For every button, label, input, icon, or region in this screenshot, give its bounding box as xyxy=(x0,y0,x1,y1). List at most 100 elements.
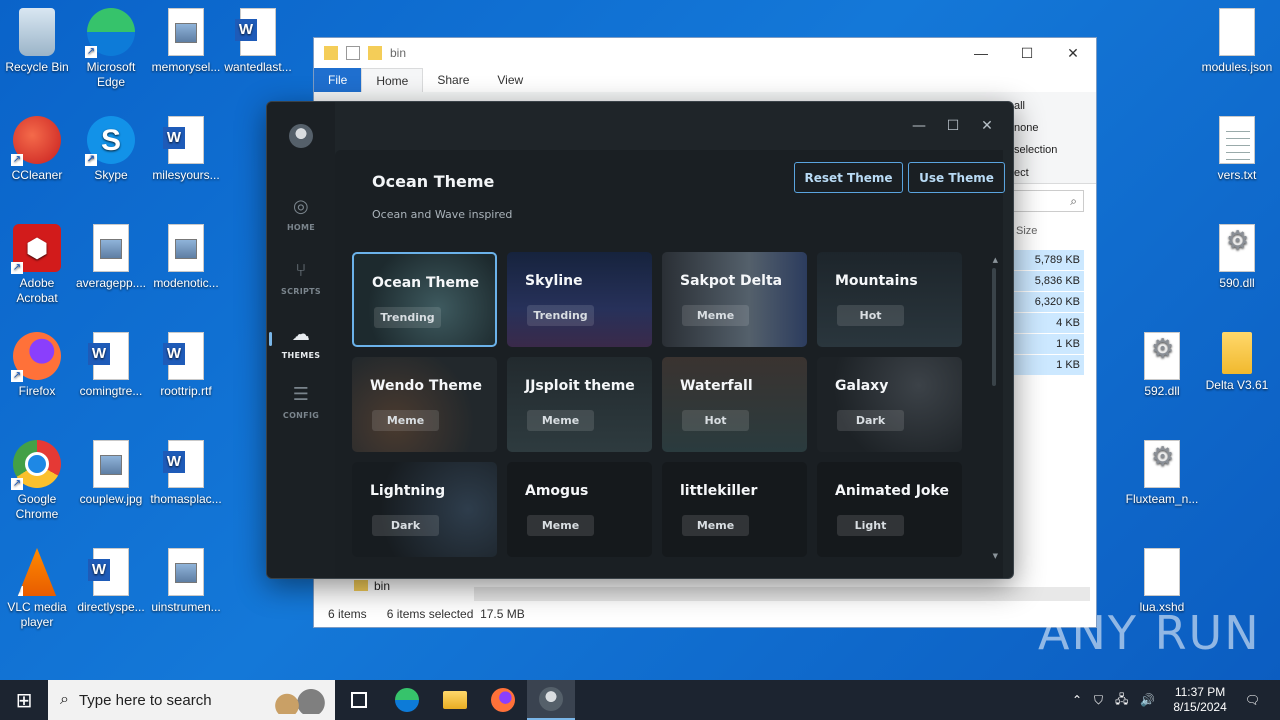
theme-card-lightning[interactable]: Lightning Dark xyxy=(352,462,497,557)
explorer-window-controls: — ☐ ✕ xyxy=(958,38,1096,68)
search-icon: ⌕ xyxy=(1070,194,1077,208)
taskbar-edge[interactable] xyxy=(383,680,431,720)
file-icon xyxy=(1144,548,1180,596)
desktop-icon-modules-json[interactable]: modules.json xyxy=(1199,8,1275,75)
desktop-icon-recycle-bin[interactable]: Recycle Bin xyxy=(0,8,75,75)
network-icon[interactable]: 🖧 xyxy=(1115,690,1128,711)
desktop-icon-delta-folder[interactable]: Delta V3.61 xyxy=(1199,332,1275,393)
desktop-icon-fluxteam[interactable]: Fluxteam_n... xyxy=(1124,440,1200,507)
nav-themes[interactable]: ☁ THEMES xyxy=(267,324,335,360)
chevron-up-icon[interactable]: ⌃ xyxy=(1072,693,1082,707)
close-icon[interactable]: ✕ xyxy=(1050,38,1096,68)
horizontal-scrollbar[interactable] xyxy=(474,587,1090,601)
status-item-count: 6 items xyxy=(328,607,367,621)
desktop-icon-skype[interactable]: S Skype xyxy=(73,116,149,183)
desktop-icon-comingtre[interactable]: comingtre... xyxy=(73,332,149,399)
theme-card-littlekiller[interactable]: littlekiller Meme xyxy=(662,462,807,557)
minimize-icon[interactable]: — xyxy=(909,116,929,136)
app-window-controls: — ☐ ✕ xyxy=(909,116,997,136)
desktop-icon-vers-txt[interactable]: vers.txt xyxy=(1199,116,1275,183)
close-icon[interactable]: ✕ xyxy=(977,116,997,136)
taskbar-firefox[interactable] xyxy=(479,680,527,720)
theme-card-animated-joke[interactable]: Animated Joke Light xyxy=(817,462,962,557)
tab-view[interactable]: View xyxy=(483,68,537,92)
desktop-icon-directlyspe[interactable]: directlyspe... xyxy=(73,548,149,615)
invert-selection-button[interactable]: selection xyxy=(1014,144,1057,156)
desktop-icon-firefox[interactable]: Firefox xyxy=(0,332,75,399)
theme-card-amogus[interactable]: Amogus Meme xyxy=(507,462,652,557)
nav-label: SCRIPTS xyxy=(281,287,321,296)
desktop-icon-google-chrome[interactable]: Google Chrome xyxy=(0,440,75,522)
theme-card-sakpot-delta[interactable]: Sakpot Delta Meme xyxy=(662,252,807,347)
desktop-icon-memorysel[interactable]: memorysel... xyxy=(148,8,224,75)
tab-share[interactable]: Share xyxy=(423,68,483,92)
nav-pane-item-bin[interactable]: bin xyxy=(354,579,390,593)
desktop-icon-roottrip[interactable]: roottrip.rtf xyxy=(148,332,224,399)
desktop-icon-592-dll[interactable]: 592.dll xyxy=(1124,332,1200,399)
scroll-down-icon[interactable]: ▼ xyxy=(993,552,998,560)
maximize-icon[interactable]: ☐ xyxy=(1004,38,1050,68)
file-size-cell[interactable]: 1 KB xyxy=(1014,334,1084,355)
theme-name: littlekiller xyxy=(680,483,758,499)
select-all-button[interactable]: all xyxy=(1014,100,1025,112)
desktop-icon-wantedlast[interactable]: wantedlast... xyxy=(220,8,296,75)
nav-config[interactable]: ☰ CONFIG xyxy=(267,384,335,420)
new-folder-icon[interactable] xyxy=(368,46,382,60)
search-input[interactable]: ⌕ xyxy=(1012,190,1084,212)
theme-card-mountains[interactable]: Mountains Hot xyxy=(817,252,962,347)
word-file-icon xyxy=(163,116,204,164)
desktop-icon-lua-xshd[interactable]: lua.xshd xyxy=(1124,548,1200,615)
file-size-cell[interactable]: 5,789 KB xyxy=(1014,250,1084,271)
theme-card-skyline[interactable]: Skyline Trending xyxy=(507,252,652,347)
desktop-icon-edge[interactable]: Microsoft Edge xyxy=(73,8,149,90)
desktop-icon-couplew[interactable]: couplew.jpg xyxy=(73,440,149,507)
theme-grid-scrollbar[interactable] xyxy=(992,268,996,386)
theme-tag: Meme xyxy=(682,515,749,536)
start-button[interactable]: ⊞ xyxy=(0,680,48,720)
theme-card-galaxy[interactable]: Galaxy Dark xyxy=(817,357,962,452)
file-size-cell[interactable]: 1 KB xyxy=(1014,355,1084,376)
desktop-icon-modenotic[interactable]: modenotic... xyxy=(148,224,224,291)
use-theme-button[interactable]: Use Theme xyxy=(908,162,1005,193)
folder-icon xyxy=(1222,332,1252,374)
tab-home[interactable]: Home xyxy=(361,68,424,92)
theme-name: Mountains xyxy=(835,273,918,289)
clock[interactable]: 11:37 PM 8/15/2024 xyxy=(1173,685,1226,715)
desktop-icon-uinstrumen[interactable]: uinstrumen... xyxy=(148,548,224,615)
theme-card-waterfall[interactable]: Waterfall Hot xyxy=(662,357,807,452)
desktop-icon-590-dll[interactable]: 590.dll xyxy=(1199,224,1275,291)
desktop-icon-adobe-acrobat[interactable]: ⬢ Adobe Acrobat xyxy=(0,224,75,306)
desktop-icon-thomasplac[interactable]: thomasplac... xyxy=(148,440,224,507)
file-size-cell[interactable]: 4 KB xyxy=(1014,313,1084,334)
file-size-cell[interactable]: 6,320 KB xyxy=(1014,292,1084,313)
tab-file[interactable]: File xyxy=(314,68,362,92)
desktop-icon-ccleaner[interactable]: CCleaner xyxy=(0,116,75,183)
theme-card-jjsploit[interactable]: JJsploit theme Meme xyxy=(507,357,652,452)
desktop-icon-vlc[interactable]: VLC media player xyxy=(0,548,75,630)
task-view-button[interactable] xyxy=(335,680,383,720)
volume-icon[interactable]: 🔊 xyxy=(1140,693,1155,707)
desktop-icon-label: Fluxteam_n... xyxy=(1125,492,1199,506)
notification-icon[interactable]: 🗨 xyxy=(1245,693,1260,707)
reset-theme-button[interactable]: Reset Theme xyxy=(794,162,903,193)
properties-icon[interactable] xyxy=(346,46,360,60)
select-none-button[interactable]: none xyxy=(1014,122,1038,134)
scroll-up-icon[interactable]: ▲ xyxy=(993,256,998,264)
theme-card-wendo[interactable]: Wendo Theme Meme xyxy=(352,357,497,452)
taskbar-search-box[interactable]: ⌕ Type here to search xyxy=(48,680,335,720)
nav-scripts[interactable]: ⑂ SCRIPTS xyxy=(267,260,335,296)
desktop-icon-averagepp[interactable]: averagepp.... xyxy=(73,224,149,291)
nav-label: THEMES xyxy=(281,351,321,360)
taskbar-delta[interactable] xyxy=(527,680,575,720)
security-icon[interactable]: ⛉ xyxy=(1094,693,1103,708)
ccleaner-icon xyxy=(11,116,61,166)
task-view-icon xyxy=(351,692,367,708)
column-header-size[interactable]: Size xyxy=(1016,225,1037,237)
theme-card-ocean[interactable]: Ocean Theme Trending xyxy=(352,252,497,347)
nav-home[interactable]: ◎ HOME xyxy=(267,196,335,232)
taskbar-file-explorer[interactable] xyxy=(431,680,479,720)
file-size-cell[interactable]: 5,836 KB xyxy=(1014,271,1084,292)
desktop-icon-milesyours[interactable]: milesyours... xyxy=(148,116,224,183)
maximize-icon[interactable]: ☐ xyxy=(943,116,963,136)
minimize-icon[interactable]: — xyxy=(958,38,1004,68)
